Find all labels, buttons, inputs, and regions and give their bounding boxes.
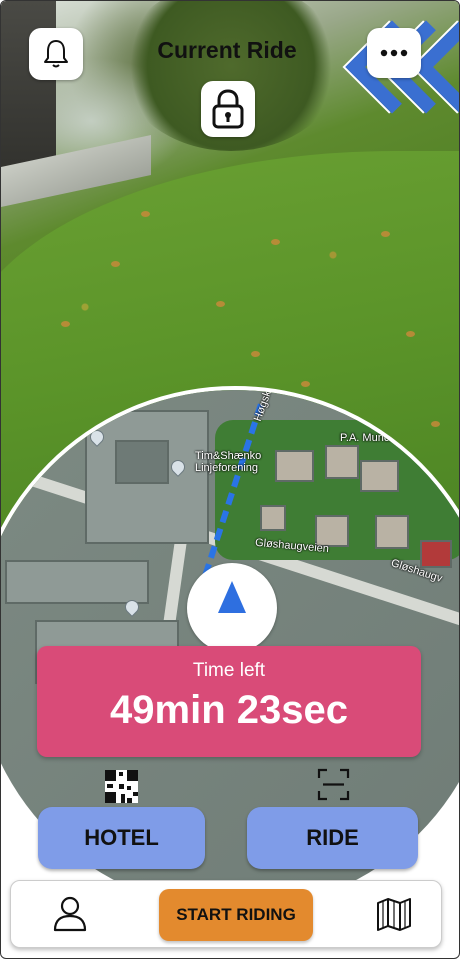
more-options-button[interactable] bbox=[367, 28, 421, 78]
app-screen: en NTNU Tim&Shænko Linjeforening Høgsk P… bbox=[0, 0, 460, 959]
map-house bbox=[260, 505, 286, 531]
map-courtyard bbox=[115, 440, 169, 484]
leaf bbox=[271, 239, 280, 245]
hotel-button[interactable]: HOTEL bbox=[38, 807, 205, 869]
map-label: Tim&Shænko Linjeforening bbox=[195, 450, 262, 474]
map-label: en NTNU bbox=[5, 445, 51, 457]
leaf bbox=[141, 211, 150, 217]
map-house bbox=[325, 445, 359, 479]
map-label: Høgsk bbox=[251, 389, 274, 423]
time-left-label: Time left bbox=[192, 660, 266, 681]
time-left-card: Time left 49min 23sec bbox=[37, 646, 421, 757]
lock-button[interactable] bbox=[201, 81, 255, 137]
leaf bbox=[301, 381, 310, 387]
lock-icon bbox=[212, 89, 244, 129]
leaf bbox=[111, 261, 120, 267]
ride-button[interactable]: RIDE bbox=[247, 807, 418, 869]
map-house bbox=[275, 450, 314, 482]
leaf bbox=[406, 331, 415, 337]
leaf bbox=[216, 301, 225, 307]
map-house bbox=[360, 460, 399, 492]
start-riding-button[interactable]: START RIDING bbox=[159, 889, 313, 941]
scan-icon[interactable] bbox=[317, 768, 350, 801]
map-house bbox=[375, 515, 409, 549]
more-icon bbox=[380, 49, 408, 57]
map-building bbox=[5, 560, 149, 604]
qr-code-icon[interactable] bbox=[105, 770, 138, 803]
leaf bbox=[381, 231, 390, 237]
time-left-value: 49min 23sec bbox=[110, 688, 348, 732]
user-icon[interactable] bbox=[51, 895, 89, 933]
map-house bbox=[420, 540, 452, 568]
leaf bbox=[251, 351, 260, 357]
location-arrow-icon[interactable] bbox=[187, 563, 277, 653]
bottom-tab-bar: START RIDING bbox=[10, 880, 442, 948]
map-label: P.A. Munch bbox=[340, 432, 396, 444]
map-icon[interactable] bbox=[375, 895, 413, 933]
leaf bbox=[61, 321, 70, 327]
